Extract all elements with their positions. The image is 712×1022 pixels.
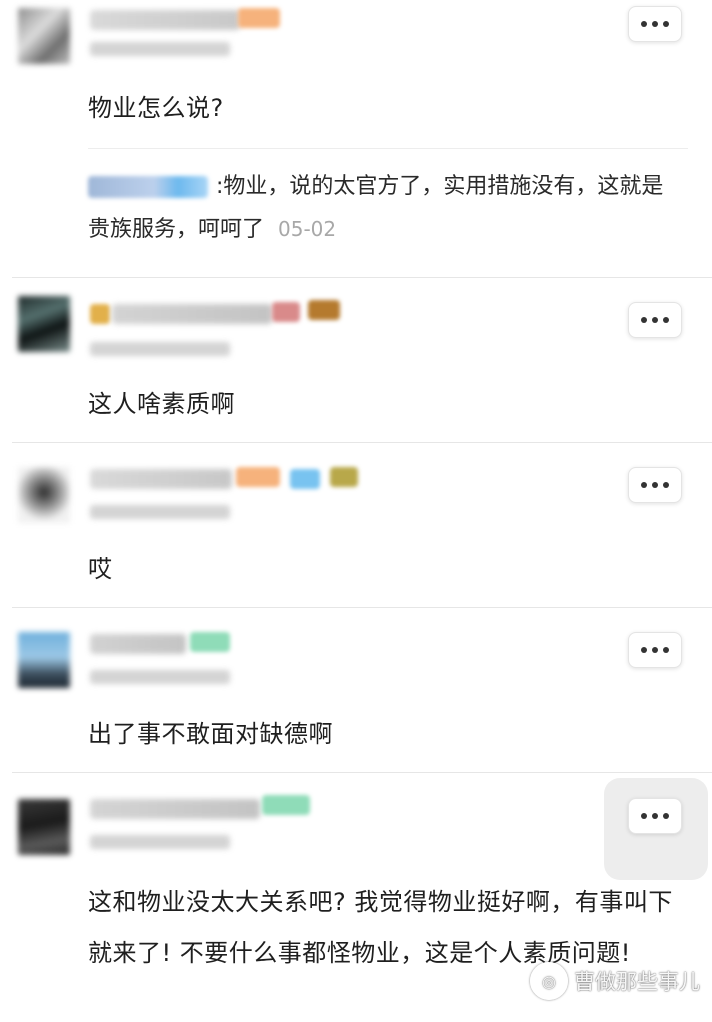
timestamp <box>90 42 230 56</box>
timestamp <box>90 670 230 684</box>
user-badge <box>190 632 230 652</box>
reply-date: 05-02 <box>278 217 337 241</box>
timestamp <box>90 505 230 519</box>
comment-text: 哎 <box>88 555 113 583</box>
user-badge <box>90 304 110 324</box>
avatar[interactable] <box>18 467 70 523</box>
more-dots-icon <box>641 21 669 27</box>
reply-username[interactable] <box>88 176 208 198</box>
more-dots-icon <box>641 647 669 653</box>
comment-text: 物业怎么说? <box>88 94 224 122</box>
watermark: ◎ 曹做那些事儿 <box>530 962 700 1000</box>
user-badge <box>236 467 280 487</box>
comment-item: 出了事不敢面对缺德啊 <box>0 608 712 772</box>
reply-item[interactable]: :物业，说的太官方了，实用措施没有，这就是贵族服务，呵呵了 05-02 <box>88 166 674 251</box>
avatar[interactable] <box>18 799 70 855</box>
comment-item: 物业怎么说? :物业，说的太官方了，实用措施没有，这就是贵族服务，呵呵了 05-0… <box>0 0 712 277</box>
avatar[interactable] <box>18 296 70 352</box>
user-badge <box>308 300 340 320</box>
username[interactable] <box>112 304 272 324</box>
more-options-button[interactable] <box>628 302 682 338</box>
avatar[interactable] <box>18 632 70 688</box>
more-options-button[interactable] <box>628 632 682 668</box>
timestamp <box>90 835 230 849</box>
comment-text: 这人啥素质啊 <box>88 390 235 418</box>
more-options-button[interactable] <box>628 6 682 42</box>
user-badge <box>262 795 310 815</box>
more-dots-icon <box>641 813 669 819</box>
user-badge <box>272 302 300 322</box>
comment-item: 哎 <box>0 443 712 607</box>
more-dots-icon <box>641 317 669 323</box>
more-options-button[interactable] <box>628 467 682 503</box>
user-badge <box>330 467 358 487</box>
wechat-logo-icon: ◎ <box>530 962 568 1000</box>
divider <box>88 148 688 149</box>
user-badge <box>290 469 320 489</box>
username[interactable] <box>90 10 240 30</box>
more-options-inner <box>628 798 682 834</box>
username[interactable] <box>90 469 232 489</box>
watermark-text: 曹做那些事儿 <box>574 970 700 994</box>
username[interactable] <box>90 799 260 819</box>
comment-text: 出了事不敢面对缺德啊 <box>88 720 333 748</box>
username[interactable] <box>90 634 186 654</box>
avatar[interactable] <box>18 8 70 64</box>
timestamp <box>90 342 230 356</box>
comment-item: 这人啥素质啊 <box>0 278 712 442</box>
user-badge <box>238 8 280 28</box>
more-dots-icon <box>641 482 669 488</box>
more-options-button[interactable] <box>604 778 708 880</box>
